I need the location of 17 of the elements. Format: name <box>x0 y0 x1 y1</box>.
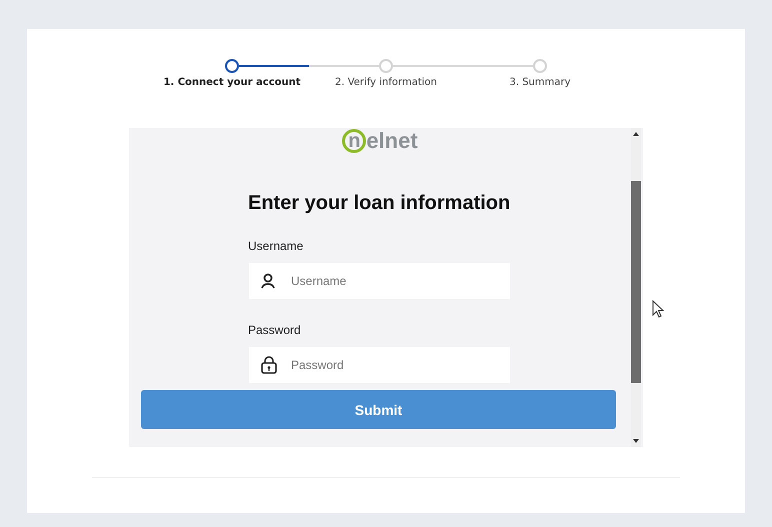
form-heading: Enter your loan information <box>248 192 510 215</box>
submit-button[interactable]: Submit <box>141 390 616 429</box>
scroll-up-icon[interactable] <box>633 132 639 136</box>
field-label: Username <box>248 239 304 253</box>
logo-mark: n <box>342 129 366 153</box>
step-label: 1. Connect your account <box>163 77 301 88</box>
logo-text: elnet <box>366 128 418 154</box>
scrollbar[interactable] <box>631 128 641 447</box>
field-label: Password <box>248 323 301 337</box>
lock-icon <box>261 356 277 374</box>
step-label: 3. Summary <box>509 77 571 88</box>
user-icon <box>261 273 275 289</box>
cursor-icon <box>652 300 664 318</box>
scroll-down-icon[interactable] <box>633 439 639 443</box>
step-label: 2. Verify information <box>335 77 437 88</box>
input-field[interactable]: Password <box>249 347 510 383</box>
input-field[interactable]: Username <box>249 263 510 299</box>
